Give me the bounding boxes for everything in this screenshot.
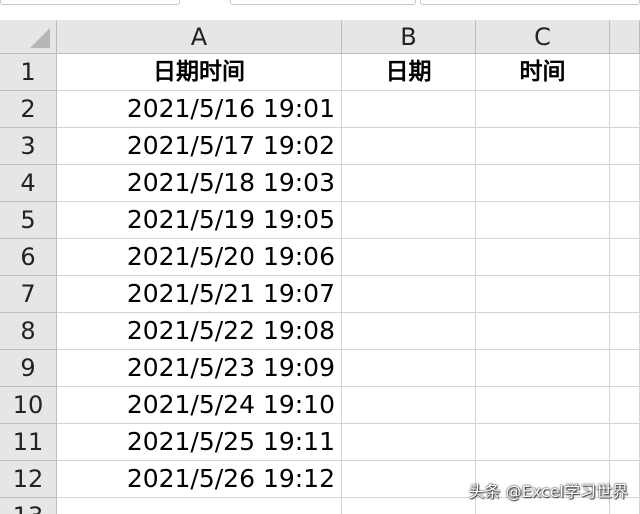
cell-c[interactable] [476,91,610,128]
cell-c[interactable] [476,313,610,350]
cell-grid: A B C 1 日期时间 日期 时间 2 2021/5/16 19:01 3 2021/5/1… [0,20,640,514]
row-header[interactable]: 12 [0,461,57,498]
row-header[interactable]: 13 [0,498,57,514]
cell-b[interactable] [342,128,476,165]
cell-a[interactable]: 2021/5/18 19:03 [57,165,342,202]
cell-b[interactable] [342,350,476,387]
cell-a[interactable]: 2021/5/26 19:12 [57,461,342,498]
select-all-corner[interactable] [0,20,57,54]
cell-b[interactable] [342,387,476,424]
row-header[interactable]: 2 [0,91,57,128]
cell-c[interactable] [476,276,610,313]
watermark: 头条 @Excel学习世界 [468,482,628,501]
cell-a[interactable]: 2021/5/22 19:08 [57,313,342,350]
name-box[interactable] [0,0,180,5]
cell-d[interactable] [610,313,640,350]
cell-b[interactable] [342,276,476,313]
header-cell-c[interactable]: 时间 [476,54,610,91]
row-header[interactable]: 8 [0,313,57,350]
cell-b[interactable] [342,91,476,128]
cell-a[interactable]: 2021/5/23 19:09 [57,350,342,387]
cell-a[interactable]: 2021/5/20 19:06 [57,239,342,276]
cell-a[interactable] [57,498,342,514]
cell-c[interactable] [476,128,610,165]
cell-d[interactable] [610,128,640,165]
cell-c[interactable] [476,239,610,276]
row-header[interactable]: 7 [0,276,57,313]
cell-b[interactable] [342,461,476,498]
cell-d[interactable] [610,350,640,387]
select-all-triangle-icon [30,28,50,48]
row-header[interactable]: 4 [0,165,57,202]
column-header-c[interactable]: C [476,20,610,54]
cell-c[interactable] [476,424,610,461]
cell-a[interactable]: 2021/5/19 19:05 [57,202,342,239]
cell-c[interactable] [476,350,610,387]
row-header[interactable]: 10 [0,387,57,424]
formula-bar-input[interactable] [420,0,640,5]
toolbar-strip [0,0,640,20]
cell-d[interactable] [610,165,640,202]
cell-b[interactable] [342,239,476,276]
cell-d[interactable] [610,202,640,239]
cell-d[interactable] [610,387,640,424]
cell-d[interactable] [610,424,640,461]
cell-a[interactable]: 2021/5/25 19:11 [57,424,342,461]
row-header[interactable]: 9 [0,350,57,387]
cell-b[interactable] [342,424,476,461]
cell-a[interactable]: 2021/5/24 19:10 [57,387,342,424]
cell-a[interactable]: 2021/5/16 19:01 [57,91,342,128]
cell-d[interactable] [610,239,640,276]
row-header[interactable]: 6 [0,239,57,276]
cell-a[interactable]: 2021/5/17 19:02 [57,128,342,165]
cell-b[interactable] [342,202,476,239]
cell-d[interactable] [610,276,640,313]
cell-b[interactable] [342,165,476,202]
row-header[interactable]: 1 [0,54,57,91]
column-header-d[interactable] [610,20,640,54]
cell-c[interactable] [476,202,610,239]
cell-d[interactable] [610,91,640,128]
column-header-a[interactable]: A [57,20,342,54]
cell-b[interactable] [342,498,476,514]
header-cell-a[interactable]: 日期时间 [57,54,342,91]
formula-bar-segment[interactable] [230,0,416,5]
header-cell-b[interactable]: 日期 [342,54,476,91]
column-header-b[interactable]: B [342,20,476,54]
row-header[interactable]: 11 [0,424,57,461]
row-header[interactable]: 5 [0,202,57,239]
cell-c[interactable] [476,387,610,424]
cell-c[interactable] [476,165,610,202]
cell-a[interactable]: 2021/5/21 19:07 [57,276,342,313]
row-header[interactable]: 3 [0,128,57,165]
cell-b[interactable] [342,313,476,350]
cell-d[interactable] [610,54,640,91]
spreadsheet: A B C 1 日期时间 日期 时间 2 2021/5/16 19:01 3 2021/5/1… [0,20,640,514]
